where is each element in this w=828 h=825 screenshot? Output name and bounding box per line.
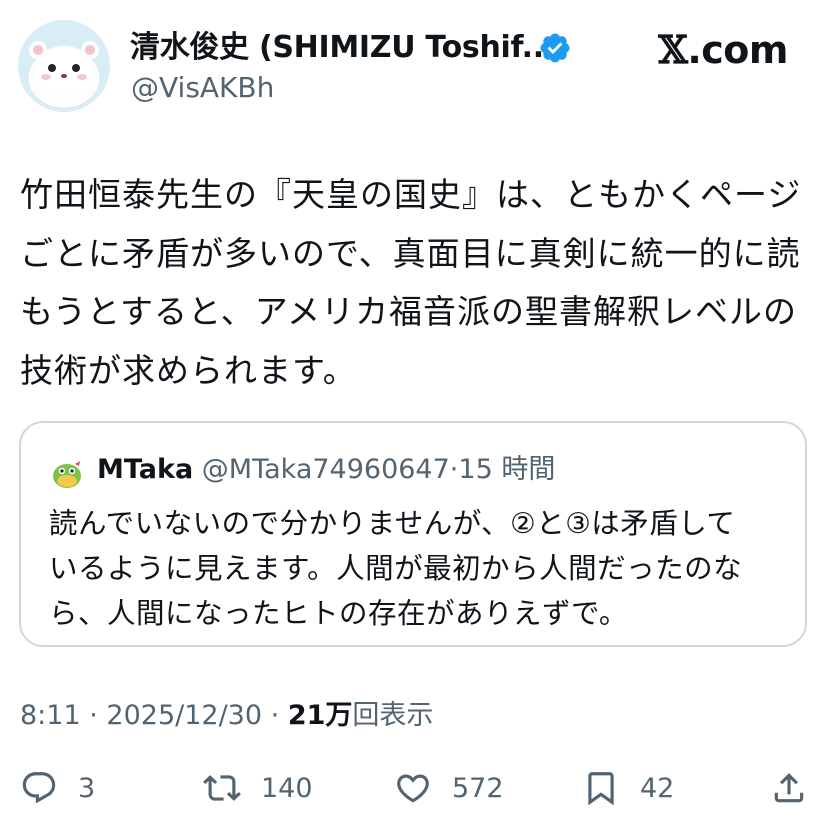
like-icon bbox=[397, 774, 429, 803]
quoted-tweet-card[interactable]: MTaka @MTaka74960647·15 時間 読んでいないので分かりませ… bbox=[19, 421, 807, 647]
quoted-author-handle[interactable]: @MTaka74960647 bbox=[202, 454, 450, 485]
quoted-text-line: ら、人間になったヒトの存在がありえずで。 bbox=[49, 597, 628, 630]
retweet-count: 140 bbox=[261, 772, 313, 804]
like-count: 572 bbox=[452, 772, 504, 804]
like-button[interactable]: 572 bbox=[394, 766, 504, 810]
quoted-timestamp[interactable]: 15 時間 bbox=[458, 454, 555, 485]
tweet-text: 竹田恒泰先生の『天皇の国史』は、ともかくページ ごとに矛盾が多いので、真面目に真… bbox=[20, 166, 810, 400]
views-label: 回表示 bbox=[352, 700, 434, 731]
verified-badge-icon bbox=[538, 31, 572, 65]
reply-icon bbox=[22, 772, 56, 804]
tweet-text-line: もうとすると、アメリカ福音派の聖書解釈レベルの bbox=[20, 292, 798, 331]
quoted-author-name[interactable]: MTaka bbox=[97, 454, 193, 485]
views-count: 21万 bbox=[287, 700, 353, 731]
reply-button[interactable]: 3 bbox=[20, 766, 95, 810]
quoted-tweet-header: MTaka @MTaka74960647·15 時間 bbox=[97, 451, 555, 489]
site-logo: 𝕏.com bbox=[658, 27, 788, 73]
reply-count: 3 bbox=[78, 772, 96, 804]
tweet-text-line: 技術が求められます。 bbox=[20, 350, 357, 390]
share-icon bbox=[774, 773, 804, 803]
bookmark-button[interactable]: 42 bbox=[582, 766, 674, 810]
quoted-text-line: いるように見えます。人間が最初から人間だったのな bbox=[49, 552, 743, 585]
tweet-text-line: ごとに矛盾が多いので、真面目に真剣に統一的に読 bbox=[20, 233, 801, 273]
bookmark-icon bbox=[588, 772, 614, 806]
tweet-meta: 8:11 · 2025/12/30 · 21万回表示 bbox=[20, 697, 433, 735]
bookmark-count: 42 bbox=[640, 772, 675, 804]
x-logo-icon: 𝕏 bbox=[658, 27, 688, 72]
author-avatar[interactable] bbox=[18, 20, 110, 112]
tweet-time[interactable]: 8:11 bbox=[20, 700, 81, 731]
quoted-author-avatar bbox=[49, 454, 85, 490]
meta-separator: · bbox=[89, 700, 98, 731]
quoted-text-line: 読んでいないので分かりませんが、②と③は矛盾して bbox=[49, 507, 736, 540]
author-handle[interactable]: @VisAKBh bbox=[131, 70, 274, 106]
retweet-button[interactable]: 140 bbox=[203, 766, 313, 810]
tweet-text-line: 竹田恒泰先生の『天皇の国史』は、ともかくページ bbox=[20, 175, 802, 214]
tweet-date[interactable]: 2025/12/30 bbox=[106, 700, 262, 731]
meta-separator: · bbox=[270, 700, 280, 731]
share-button[interactable] bbox=[770, 766, 808, 810]
quoted-tweet-text: 読んでいないので分かりませんが、②と③は矛盾して いるように見えます。人間が最初… bbox=[49, 501, 789, 636]
site-logo-suffix: .com bbox=[687, 28, 788, 72]
author-display-name[interactable]: 清水俊史 (SHIMIZU Toshif... bbox=[130, 28, 555, 68]
retweet-icon bbox=[203, 775, 241, 801]
